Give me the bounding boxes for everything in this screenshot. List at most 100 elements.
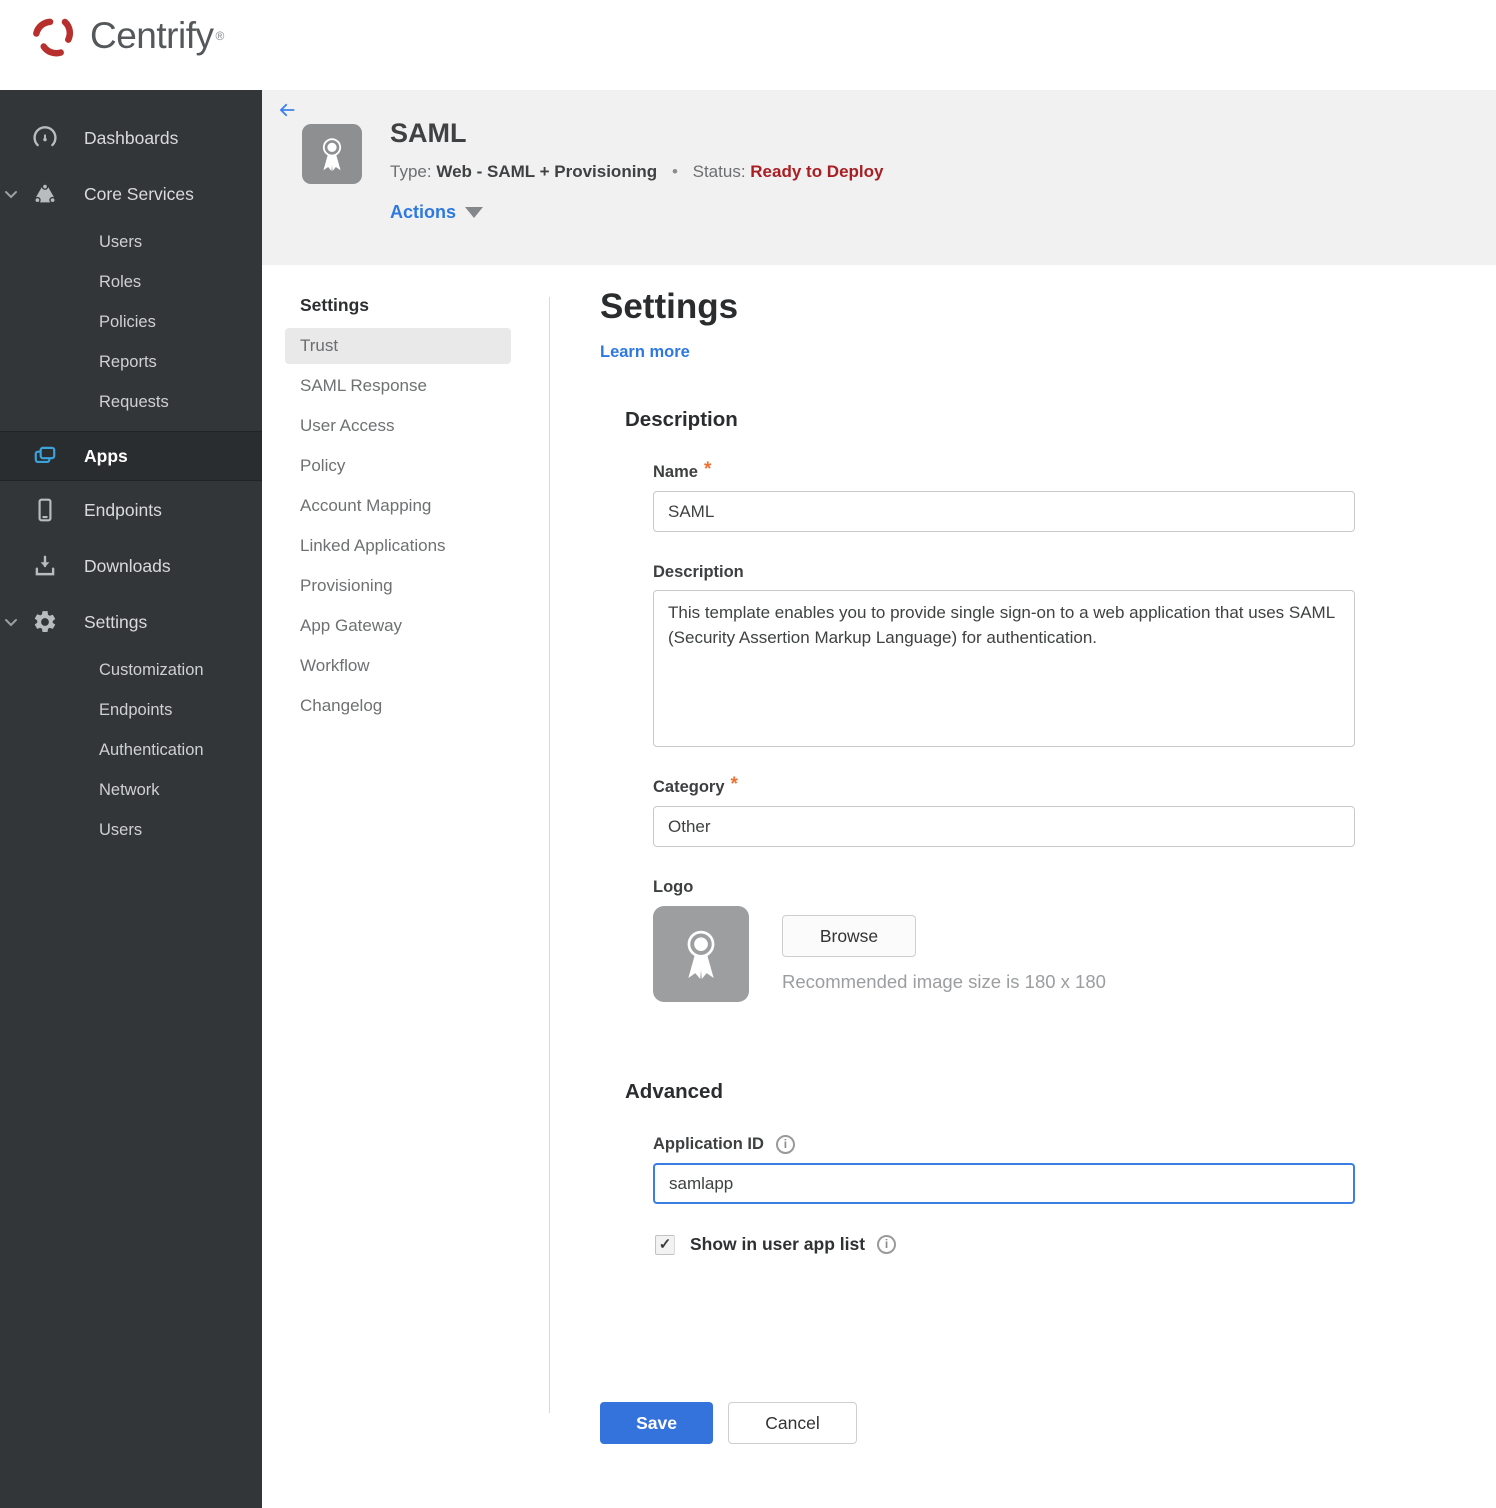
sidebar-item-label: Core Services: [84, 183, 194, 204]
subnav-divider: [549, 297, 550, 1413]
sidebar-item-reports[interactable]: Reports: [0, 342, 262, 382]
show-in-user-app-list-checkbox[interactable]: ✓: [655, 1234, 675, 1255]
settings-subnav: Settings Trust SAML Response User Access…: [285, 295, 525, 728]
sidebar-item-requests[interactable]: Requests: [0, 382, 262, 422]
smartphone-icon: [38, 498, 52, 522]
sidebar-item-label: Requests: [99, 392, 169, 411]
sidebar-item-authentication[interactable]: Authentication: [0, 730, 262, 770]
sidebar-item-label: Reports: [99, 352, 157, 371]
core-services-icon: [34, 183, 56, 204]
description-label: Description: [653, 563, 744, 581]
sidebar-item-endpoints[interactable]: Endpoints: [0, 482, 262, 538]
app-icon-tile: [302, 124, 362, 184]
category-field[interactable]: [653, 806, 1355, 847]
sidebar-item-roles[interactable]: Roles: [0, 262, 262, 302]
brand-trademark: ®: [215, 29, 225, 43]
sidebar-item-label: Customization: [99, 660, 204, 679]
sidebar-item-dashboards[interactable]: Dashboards: [0, 110, 262, 166]
subnav-item-account-mapping[interactable]: Account Mapping: [285, 488, 511, 524]
ribbon-icon: [687, 930, 715, 980]
save-button[interactable]: Save: [600, 1402, 713, 1444]
content-area: Settings Trust SAML Response User Access…: [262, 265, 1496, 1508]
application-id-label: Application ID i: [653, 1135, 1375, 1154]
subnav-item-provisioning[interactable]: Provisioning: [285, 568, 511, 604]
sidebar-item-label: Endpoints: [84, 499, 162, 520]
page-title: Settings: [600, 287, 739, 326]
subnav-header: Settings: [300, 295, 370, 315]
sidebar-item-label: Settings: [84, 611, 148, 632]
actions-label: Actions: [390, 202, 457, 222]
settings-form: Settings Learn more Description Name * D…: [600, 287, 1375, 1444]
type-value: Web - SAML + Provisioning: [436, 162, 658, 181]
caret-down-icon: [465, 207, 484, 218]
sidebar-item-policies[interactable]: Policies: [0, 302, 262, 342]
sidebar-item-label: Policies: [99, 312, 156, 331]
page: Centrify ® Dashboards Core Services User…: [0, 0, 1496, 1508]
sidebar-item-settings-users[interactable]: Users: [0, 810, 262, 850]
subnav-item-trust[interactable]: Trust: [285, 328, 511, 364]
subnav-item-user-access[interactable]: User Access: [285, 408, 511, 444]
sidebar-item-customization[interactable]: Customization: [0, 650, 262, 690]
info-icon[interactable]: i: [775, 1135, 795, 1154]
learn-more-link[interactable]: Learn more: [600, 343, 690, 362]
status-value: Ready to Deploy: [750, 162, 884, 181]
sidebar-item-settings[interactable]: Settings: [0, 594, 262, 650]
subnav-item-workflow[interactable]: Workflow: [285, 648, 511, 684]
app-header-panel: SAML Type: Web - SAML + Provisioning • S…: [262, 90, 1496, 265]
required-asterisk: *: [703, 459, 712, 480]
subnav-item-linked-applications[interactable]: Linked Applications: [285, 528, 511, 564]
logo-size-hint: Recommended image size is 180 x 180: [782, 971, 1106, 992]
logo-label: Logo: [653, 878, 694, 896]
logo-preview-tile: [653, 906, 749, 1002]
sidebar-item-settings-endpoints[interactable]: Endpoints: [0, 690, 262, 730]
cancel-button[interactable]: Cancel: [728, 1402, 857, 1444]
info-icon[interactable]: i: [877, 1235, 897, 1254]
centrify-swirl-icon: [33, 18, 74, 57]
description-field[interactable]: This template enables you to provide sin…: [653, 590, 1355, 747]
description-section-heading: Description: [625, 408, 738, 431]
meta-separator: •: [671, 162, 678, 181]
sidebar-item-core-services[interactable]: Core Services: [0, 166, 262, 222]
sidebar-item-network[interactable]: Network: [0, 770, 262, 810]
advanced-section-heading: Advanced: [625, 1080, 723, 1103]
category-label: Category *: [653, 774, 738, 796]
sidebar: Dashboards Core Services Users Roles Pol…: [0, 90, 262, 1508]
sidebar-item-label: Dashboards: [84, 127, 179, 148]
actions-menu-button[interactable]: Actions: [390, 202, 484, 223]
apps-icon: [34, 446, 56, 464]
browse-button[interactable]: Browse: [782, 915, 916, 957]
app-title: SAML: [390, 118, 467, 148]
sidebar-item-label: Endpoints: [99, 700, 173, 719]
name-label: Name *: [653, 459, 712, 481]
chevron-down-icon: [5, 618, 17, 626]
gauge-icon: [33, 126, 57, 147]
application-id-field[interactable]: [653, 1163, 1355, 1204]
sidebar-item-label: Users: [99, 232, 143, 251]
top-bar: Centrify ®: [0, 0, 1496, 90]
sidebar-item-label: Network: [99, 780, 160, 799]
ribbon-icon: [322, 138, 342, 171]
sidebar-item-label: Roles: [99, 272, 142, 291]
subnav-item-changelog[interactable]: Changelog: [285, 688, 511, 724]
required-asterisk: *: [730, 774, 738, 795]
name-field[interactable]: [653, 491, 1355, 532]
sidebar-item-users[interactable]: Users: [0, 222, 262, 262]
chevron-down-icon: [5, 190, 17, 198]
type-label: Type:: [390, 162, 432, 181]
status-label: Status:: [692, 162, 746, 181]
brand-name: Centrify: [90, 15, 214, 56]
sidebar-item-label: Downloads: [84, 555, 171, 576]
centrify-logo: Centrify ®: [28, 10, 224, 62]
back-arrow-icon[interactable]: [276, 99, 298, 121]
sidebar-item-label: Users: [99, 820, 143, 839]
sidebar-item-apps[interactable]: Apps: [0, 431, 262, 481]
sidebar-item-label: Authentication: [99, 740, 204, 759]
subnav-item-saml-response[interactable]: SAML Response: [285, 368, 511, 404]
download-icon: [35, 555, 55, 576]
subnav-item-policy[interactable]: Policy: [285, 448, 511, 484]
sidebar-item-label: Apps: [84, 445, 128, 466]
subnav-item-app-gateway[interactable]: App Gateway: [285, 608, 511, 644]
app-meta-row: Type: Web - SAML + Provisioning • Status…: [390, 162, 883, 182]
sidebar-item-downloads[interactable]: Downloads: [0, 538, 262, 594]
show-in-user-app-list-label: Show in user app list: [690, 1234, 866, 1254]
